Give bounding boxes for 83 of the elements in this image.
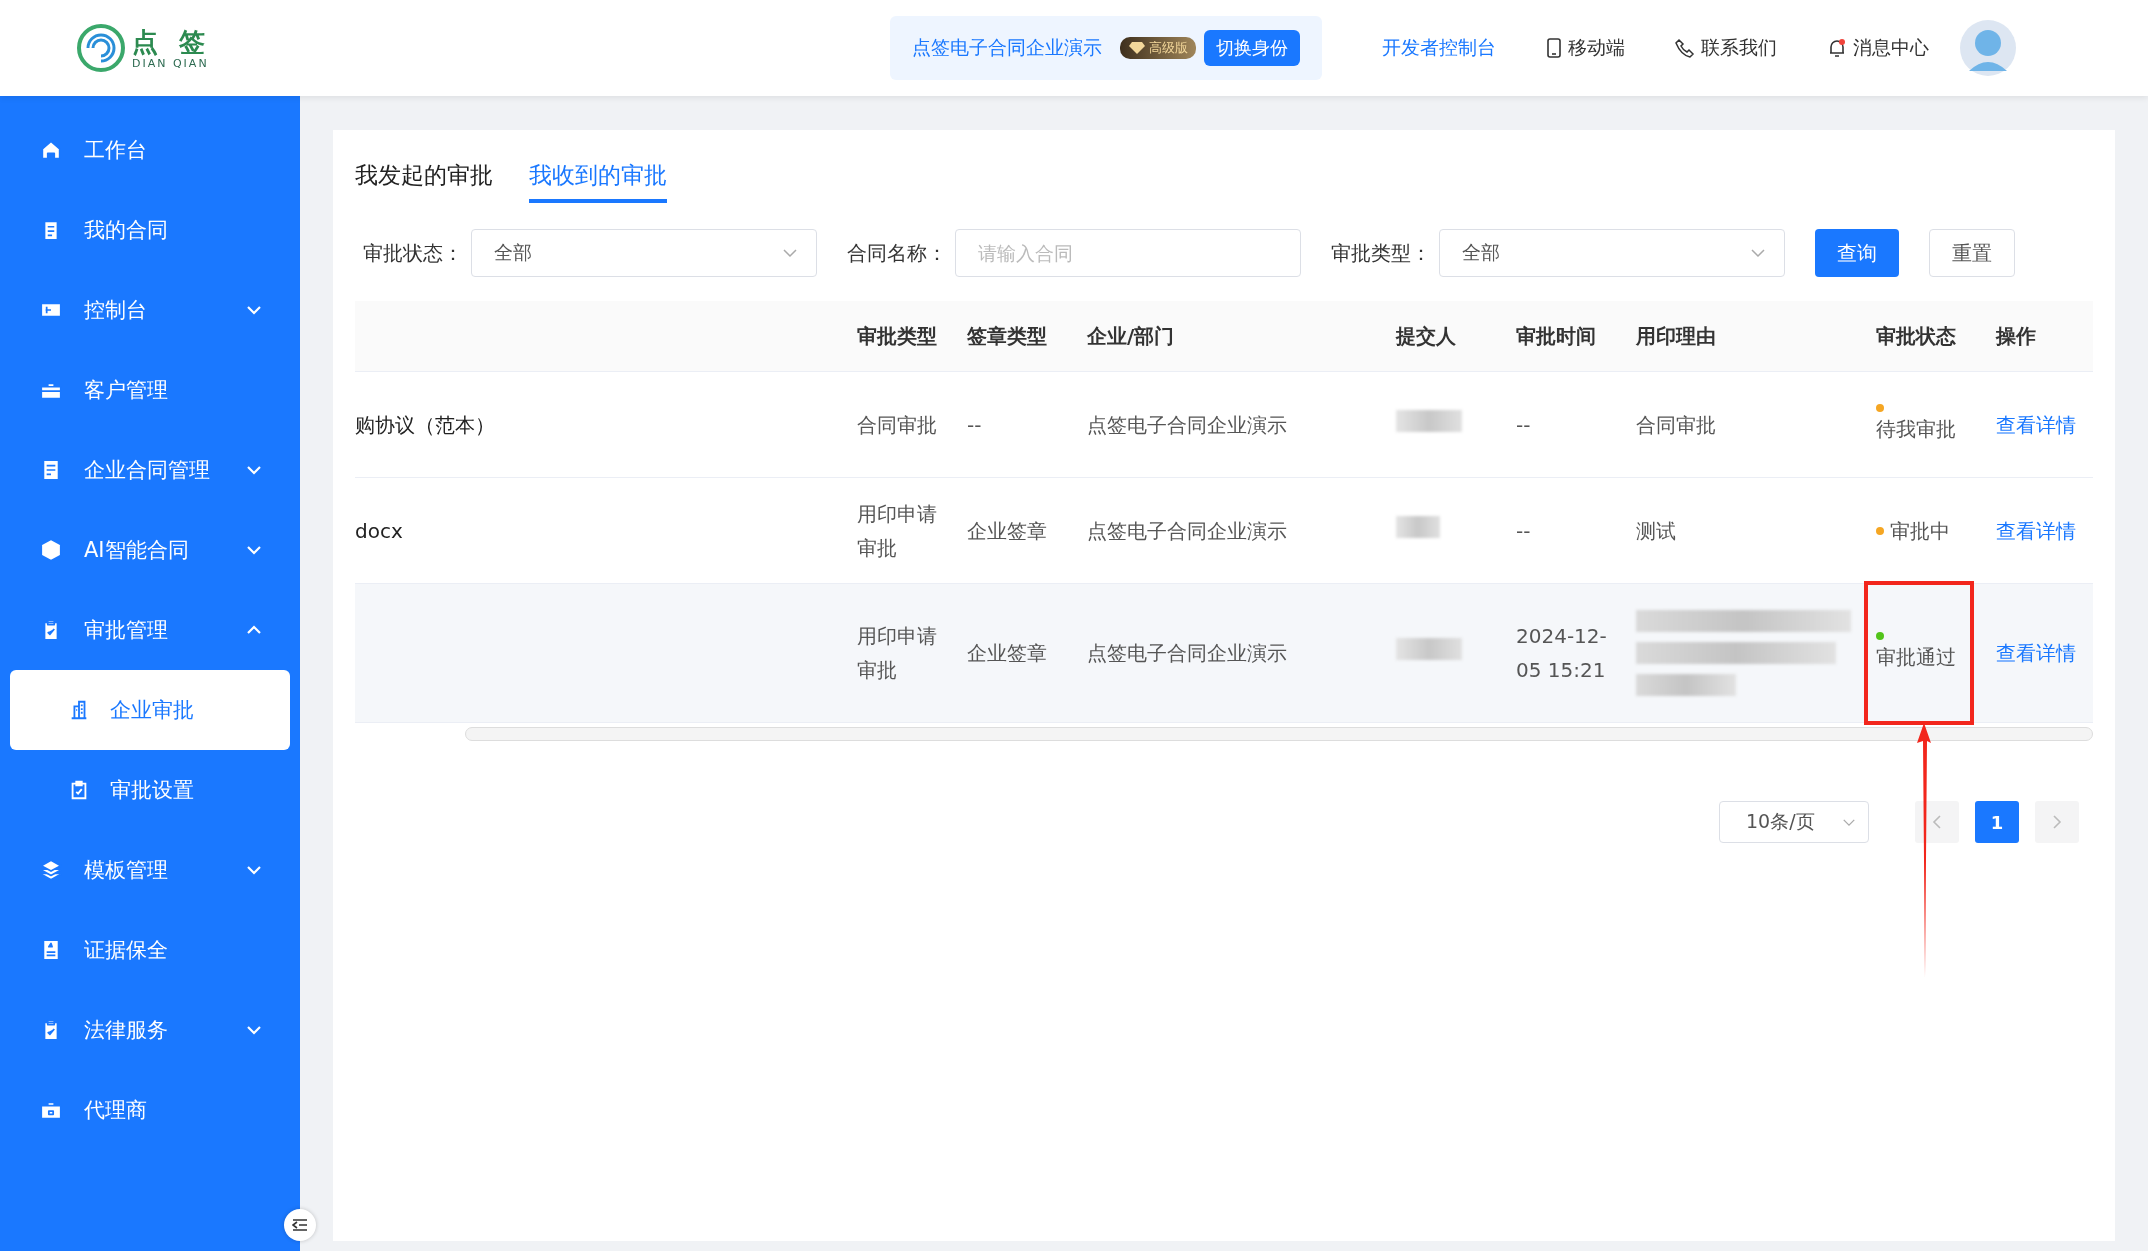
status-text: 审批中 — [1890, 517, 1950, 545]
chevron-right-icon — [2052, 814, 2062, 830]
previous-page-button[interactable] — [1915, 801, 1959, 843]
table-cell: -- — [1516, 412, 1531, 437]
header-link[interactable]: 移动端 — [1546, 35, 1625, 61]
caret-icon — [1842, 817, 1856, 827]
caret-icon — [1750, 248, 1766, 258]
logo-icon — [76, 23, 126, 73]
column-header: 操作 — [1996, 324, 2036, 348]
table-cell: 2024-12-05 15:21 — [1516, 624, 1607, 682]
bell-icon — [1827, 38, 1847, 58]
caret-icon — [782, 248, 798, 258]
sidebar-item[interactable]: 证据保全 — [0, 910, 300, 990]
scrollbar[interactable] — [465, 727, 2093, 741]
input-field[interactable]: 请输入合同 — [955, 229, 1301, 277]
tab[interactable]: 我收到的审批 — [529, 154, 667, 203]
select-field[interactable]: 全部 — [471, 229, 817, 277]
sidebar-item[interactable]: 法律服务 — [0, 990, 300, 1070]
table-cell: 测试 — [1636, 518, 1676, 543]
header-link[interactable]: 消息中心 — [1827, 35, 1929, 61]
header-link[interactable]: 联系我们 — [1675, 35, 1777, 61]
column-header: 用印理由 — [1636, 324, 1716, 348]
view-details-link[interactable]: 查看详情 — [1996, 518, 2076, 543]
sidebar-subitem[interactable]: 审批设置 — [10, 750, 290, 830]
sidebar-subitem[interactable]: 企业审批 — [10, 670, 290, 750]
page-size-select[interactable]: 10条/页 — [1719, 801, 1869, 843]
table-cell: 点签电子合同企业演示 — [1087, 412, 1287, 437]
sidebar-item[interactable]: 控制台 — [0, 270, 300, 350]
mobile-icon — [1546, 38, 1562, 58]
column-header: 审批状态 — [1876, 324, 1956, 348]
view-details-link[interactable]: 查看详情 — [1996, 412, 2076, 437]
table-cell: 企业签章 — [967, 518, 1047, 543]
status-text: 待我审批 — [1876, 415, 1956, 443]
sidebar-item[interactable]: 客户管理 — [0, 350, 300, 430]
sidebar-item[interactable]: 企业合同管理 — [0, 430, 300, 510]
filter-label: 合同名称： — [847, 239, 947, 267]
filter-label: 审批类型： — [1331, 239, 1431, 267]
table-cell: 点签电子合同企业演示 — [1087, 518, 1287, 543]
collapse-button[interactable] — [284, 1209, 316, 1241]
table-cell: -- — [967, 412, 982, 437]
table-cell: 合同审批 — [857, 412, 937, 437]
sidebar-item[interactable]: 工作台 — [0, 110, 300, 190]
page-button[interactable]: 1 — [1975, 801, 2019, 843]
header-link[interactable]: 开发者控制台 — [1382, 35, 1496, 61]
blurred-text — [1396, 638, 1462, 660]
table-cell: 用印申请审批 — [857, 501, 937, 560]
tab[interactable]: 我发起的审批 — [355, 154, 493, 203]
logo-subtitle: DIAN QIAN — [132, 56, 210, 70]
switch-identity-button[interactable]: 切换身份 — [1204, 30, 1300, 66]
column-header: 签章类型 — [967, 324, 1047, 348]
sidebar-item[interactable]: 我的合同 — [0, 190, 300, 270]
table-cell: 合同审批 — [1636, 412, 1716, 437]
column-header: 审批时间 — [1516, 324, 1596, 348]
view-details-link[interactable]: 查看详情 — [1996, 641, 2076, 665]
logo-name: 点 签 — [132, 26, 212, 57]
select-field[interactable]: 全部 — [1439, 229, 1785, 277]
status-text: 审批通过 — [1876, 644, 1956, 671]
table-cell: 企业签章 — [967, 641, 1047, 665]
blurred-text — [1396, 515, 1440, 538]
filter-label: 审批状态： — [363, 239, 463, 267]
table-cell: 用印申请审批 — [857, 624, 937, 682]
table-cell: 购协议（范本） — [355, 412, 495, 437]
plan-badge: 高级版 — [1120, 37, 1196, 59]
menu-fold-icon — [292, 1218, 308, 1232]
sidebar-item[interactable]: 审批管理 — [0, 590, 300, 670]
column-header: 审批类型 — [857, 324, 937, 348]
table-cell: 点签电子合同企业演示 — [1087, 641, 1287, 665]
avatar[interactable] — [1959, 19, 2017, 77]
column-header: 企业/部门 — [1087, 324, 1175, 348]
company-name: 点签电子合同企业演示 — [912, 35, 1102, 60]
blurred-text — [1396, 409, 1462, 432]
sidebar-item[interactable]: AI智能合同 — [0, 510, 300, 590]
next-page-button[interactable] — [2035, 801, 2079, 843]
sidebar-item[interactable]: 代理商 — [0, 1070, 300, 1150]
chevron-left-icon — [1932, 814, 1942, 830]
sidebar-item[interactable]: 模板管理 — [0, 830, 300, 910]
filter-button[interactable]: 重置 — [1929, 229, 2015, 277]
table-cell: -- — [1516, 518, 1531, 543]
phone-icon — [1675, 38, 1695, 58]
column-header: 提交人 — [1396, 324, 1456, 348]
table-cell: docx — [355, 518, 403, 543]
diamond-icon — [1128, 41, 1146, 55]
filter-button[interactable]: 查询 — [1815, 229, 1899, 277]
